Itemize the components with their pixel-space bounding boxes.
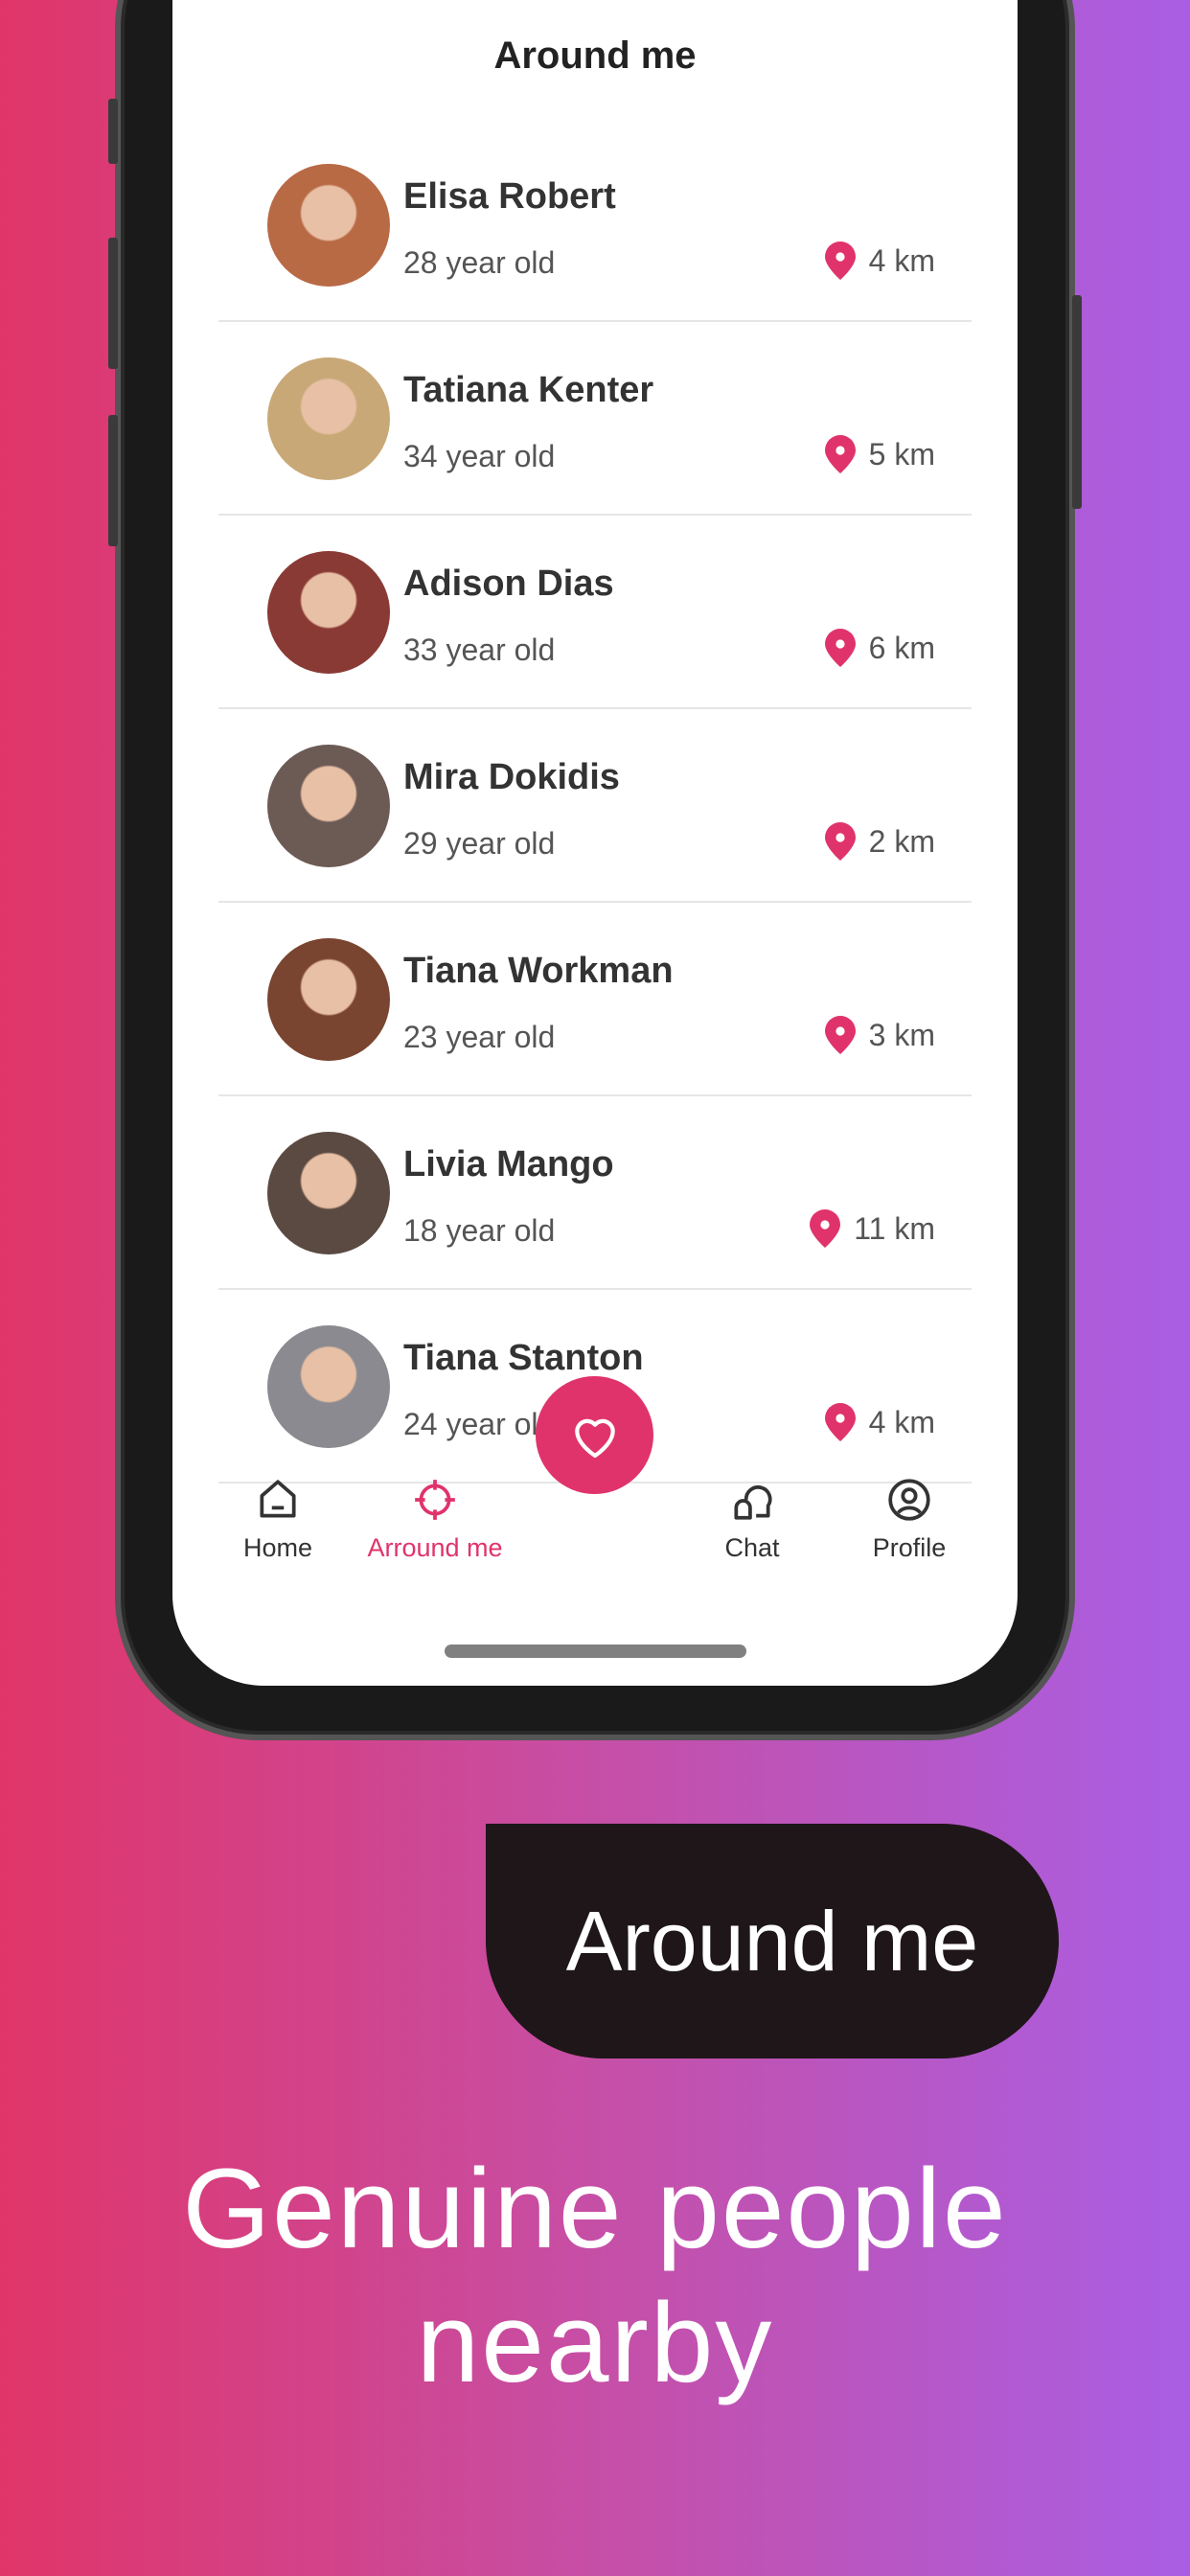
person-distance: 3 km (824, 1016, 935, 1054)
person-name: Tiana Stanton (403, 1338, 644, 1378)
person-row[interactable]: Adison Dias 33 year old 6 km (218, 516, 972, 709)
person-row[interactable]: Tiana Workman 23 year old 3 km (218, 903, 972, 1096)
nav-profile-label: Profile (872, 1533, 947, 1562)
avatar (267, 551, 390, 674)
person-name: Livia Mango (403, 1144, 614, 1184)
distance-value: 2 km (868, 823, 935, 859)
distance-value: 5 km (868, 436, 935, 472)
phone-power-button (1072, 295, 1082, 509)
person-distance: 6 km (824, 629, 935, 667)
person-distance: 11 km (810, 1209, 935, 1248)
page-title: Around me (493, 34, 697, 77)
person-distance: 5 km (824, 435, 935, 473)
avatar (267, 1132, 390, 1254)
distance-value: 4 km (868, 242, 935, 278)
person-age: 34 year old (403, 439, 556, 473)
person-age: 29 year old (403, 826, 556, 861)
nav-home[interactable]: Home (196, 1476, 359, 1563)
phone-volume-up (108, 238, 118, 369)
person-age: 28 year old (403, 245, 556, 280)
home-icon (260, 1480, 296, 1518)
heart-icon (574, 1418, 615, 1458)
avatar (267, 745, 390, 867)
person-name: Elisa Robert (403, 176, 616, 217)
headline-text: Genuine people nearby (182, 2146, 1008, 2406)
location-pin-icon (824, 435, 856, 473)
person-distance: 4 km (824, 1403, 935, 1441)
nav-profile[interactable]: Profile (828, 1476, 991, 1563)
feature-pill: Around me (486, 1824, 1059, 2058)
crosshair-icon (415, 1480, 455, 1520)
person-name: Tiana Workman (403, 951, 674, 991)
person-age: 24 year old (403, 1407, 556, 1441)
person-row[interactable]: Tatiana Kenter 34 year old 5 km (218, 322, 972, 516)
bottom-nav: Home Arround me Chat Profile (172, 1476, 1018, 1591)
location-pin-icon (810, 1209, 841, 1248)
person-distance: 2 km (824, 822, 935, 861)
person-distance: 4 km (824, 242, 935, 280)
nav-around-me[interactable]: Arround me (354, 1476, 516, 1563)
person-name: Mira Dokidis (403, 757, 620, 797)
phone-mute-switch (108, 99, 118, 164)
person-row[interactable]: Livia Mango 18 year old 11 km (218, 1096, 972, 1290)
distance-value: 4 km (868, 1404, 935, 1439)
nav-around-me-label: Arround me (367, 1533, 503, 1562)
profile-icon (888, 1479, 930, 1521)
person-age: 33 year old (403, 632, 556, 667)
distance-value: 11 km (854, 1210, 935, 1246)
location-pin-icon (824, 629, 856, 667)
person-name: Adison Dias (403, 564, 614, 604)
nav-home-label: Home (242, 1533, 313, 1562)
distance-value: 6 km (868, 630, 935, 665)
chat-icon (734, 1485, 772, 1520)
nav-chat[interactable]: Chat (671, 1476, 834, 1563)
avatar (267, 938, 390, 1061)
nav-chat-label: Chat (724, 1533, 780, 1562)
location-pin-icon (824, 242, 856, 280)
avatar (267, 164, 390, 287)
location-pin-icon (824, 822, 856, 861)
headline: Genuine people nearby (0, 2142, 1190, 2410)
home-indicator[interactable] (445, 1644, 746, 1658)
person-age: 18 year old (403, 1213, 556, 1248)
location-pin-icon (824, 1403, 856, 1441)
person-row[interactable]: Mira Dokidis 29 year old 2 km (218, 709, 972, 903)
distance-value: 3 km (868, 1017, 935, 1052)
phone-volume-down (108, 415, 118, 546)
location-pin-icon (824, 1016, 856, 1054)
app-screen: Around me Elisa Robert 28 year old 4 km … (172, 0, 1018, 1686)
avatar (267, 1325, 390, 1448)
person-row[interactable]: Elisa Robert 28 year old 4 km (218, 128, 972, 322)
person-age: 23 year old (403, 1020, 556, 1054)
person-name: Tatiana Kenter (403, 370, 654, 410)
avatar (267, 357, 390, 480)
